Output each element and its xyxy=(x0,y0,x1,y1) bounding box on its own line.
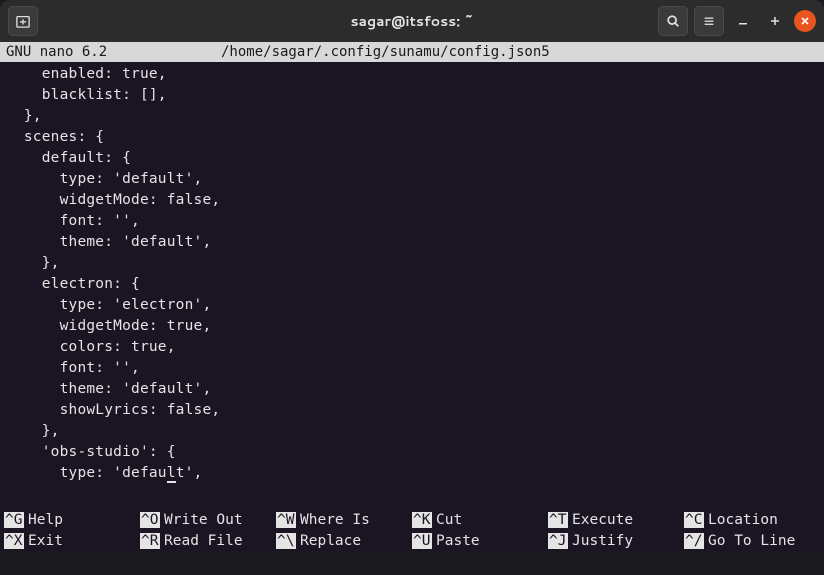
shortcut-label: Justify xyxy=(572,533,633,549)
maximize-button[interactable] xyxy=(762,8,788,34)
hamburger-icon xyxy=(702,14,716,28)
shortcut-item: ^CLocation xyxy=(684,509,820,530)
text-cursor: l xyxy=(167,465,176,483)
shortcut-label: Replace xyxy=(300,533,361,549)
editor-line: type: 'default', xyxy=(6,463,818,484)
search-icon xyxy=(666,14,680,28)
shortcut-key: ^G xyxy=(4,512,24,528)
shortcut-item: ^XExit xyxy=(4,530,140,551)
close-icon xyxy=(800,16,810,26)
editor-line: electron: { xyxy=(6,274,818,295)
editor-line: type: 'default', xyxy=(6,169,818,190)
editor-line: blacklist: [], xyxy=(6,85,818,106)
editor-line: theme: 'default', xyxy=(6,232,818,253)
editor-line: font: '', xyxy=(6,211,818,232)
shortcut-label: Exit xyxy=(28,533,63,549)
editor-line: widgetMode: true, xyxy=(6,316,818,337)
shortcut-key: ^/ xyxy=(684,533,704,549)
shortcut-item: ^TExecute xyxy=(548,509,684,530)
shortcut-key: ^O xyxy=(140,512,160,528)
shortcut-key: ^W xyxy=(276,512,296,528)
editor-line: scenes: { xyxy=(6,127,818,148)
shortcut-key: ^T xyxy=(548,512,568,528)
nano-header-bar: GNU nano 6.2 /home/sagar/.config/sunamu/… xyxy=(0,42,824,62)
editor-line: }, xyxy=(6,106,818,127)
shortcut-item: ^JJustify xyxy=(548,530,684,551)
editor-line: colors: true, xyxy=(6,337,818,358)
editor-line: enabled: true, xyxy=(6,64,818,85)
new-tab-button[interactable] xyxy=(8,6,38,36)
editor-line: }, xyxy=(6,421,818,442)
shortcut-label: Read File xyxy=(164,533,243,549)
editor-line: }, xyxy=(6,253,818,274)
window-title: sagar@itsfoss: ~ xyxy=(350,11,473,31)
editor-line: theme: 'default', xyxy=(6,379,818,400)
shortcut-key: ^K xyxy=(412,512,432,528)
shortcut-item: ^OWrite Out xyxy=(140,509,276,530)
editor-line: type: 'electron', xyxy=(6,295,818,316)
shortcut-label: Go To Line xyxy=(708,533,795,549)
plus-tab-icon xyxy=(16,14,30,28)
nano-filepath: /home/sagar/.config/sunamu/config.json5 xyxy=(221,44,818,60)
minimize-icon xyxy=(737,15,749,27)
editor-line: font: '', xyxy=(6,358,818,379)
shortcut-key: ^U xyxy=(412,533,432,549)
shortcut-label: Write Out xyxy=(164,512,243,528)
shortcut-label: Help xyxy=(28,512,63,528)
menu-button[interactable] xyxy=(694,6,724,36)
shortcut-label: Paste xyxy=(436,533,480,549)
nano-version: GNU nano 6.2 xyxy=(6,44,221,60)
close-button[interactable] xyxy=(794,10,816,32)
shortcut-label: Where Is xyxy=(300,512,370,528)
shortcut-key: ^\ xyxy=(276,533,296,549)
editor-line: 'obs-studio': { xyxy=(6,442,818,463)
shortcut-item: ^/Go To Line xyxy=(684,530,820,551)
shortcut-key: ^C xyxy=(684,512,704,528)
shortcut-item: ^GHelp xyxy=(4,509,140,530)
shortcut-key: ^X xyxy=(4,533,24,549)
shortcut-label: Location xyxy=(708,512,778,528)
editor-line: widgetMode: false, xyxy=(6,190,818,211)
shortcut-item: ^RRead File xyxy=(140,530,276,551)
editor-line: default: { xyxy=(6,148,818,169)
shortcut-item: ^KCut xyxy=(412,509,548,530)
shortcut-key: ^R xyxy=(140,533,160,549)
shortcut-item: ^WWhere Is xyxy=(276,509,412,530)
window-titlebar: sagar@itsfoss: ~ xyxy=(0,0,824,42)
shortcut-key: ^J xyxy=(548,533,568,549)
shortcut-item: ^UPaste xyxy=(412,530,548,551)
editor-viewport[interactable]: enabled: true, blacklist: [], }, scenes:… xyxy=(0,62,824,509)
search-button[interactable] xyxy=(658,6,688,36)
plus-icon xyxy=(769,15,781,27)
nano-shortcuts-bar: ^GHelp^OWrite Out^WWhere Is^KCut^TExecut… xyxy=(0,509,824,551)
shortcut-label: Execute xyxy=(572,512,633,528)
editor-line: showLyrics: false, xyxy=(6,400,818,421)
shortcut-item: ^\Replace xyxy=(276,530,412,551)
minimize-button[interactable] xyxy=(730,8,756,34)
shortcut-label: Cut xyxy=(436,512,462,528)
